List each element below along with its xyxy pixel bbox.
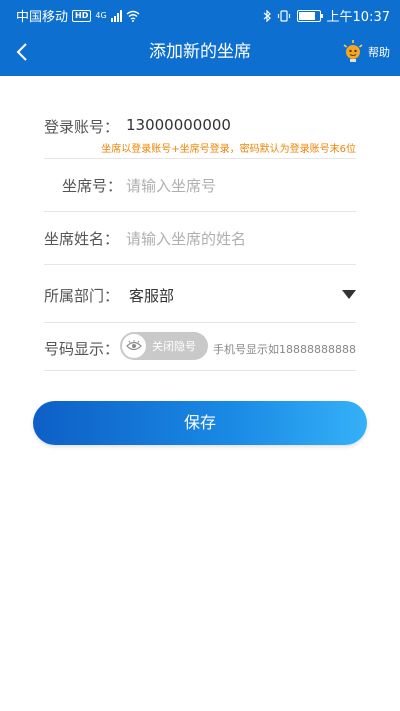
seat-form: 登录账号： 13000000000 坐席以登录账号+坐席号登录，密码默认为登录账… [44, 100, 356, 371]
back-button[interactable] [8, 38, 36, 66]
wifi-icon [126, 10, 140, 22]
account-hint: 坐席以登录账号+坐席号登录，密码默认为登录账号末6位 [101, 144, 356, 155]
page-title: 添加新的坐席 [149, 42, 251, 62]
bluetooth-icon [263, 9, 271, 22]
hd-badge: HD [72, 9, 92, 22]
help-button[interactable]: 帮助 [342, 40, 390, 64]
seat-name-input[interactable]: 请输入坐席的姓名 [126, 228, 246, 249]
account-label: 登录账号： [44, 118, 120, 136]
account-row: 登录账号： 13000000000 坐席以登录账号+坐席号登录，密码默认为登录账… [44, 100, 356, 159]
status-left: 中国移动 HD 4G [16, 6, 140, 25]
help-label: 帮助 [368, 46, 390, 59]
nav-bar: 添加新的坐席 帮助 [0, 28, 400, 76]
signal-icon [110, 9, 122, 22]
seat-name-row[interactable]: 坐席姓名： 请输入坐席的姓名 [44, 212, 356, 265]
department-row[interactable]: 所属部门： 客服部 [44, 265, 356, 323]
seat-name-label: 坐席姓名： [44, 230, 120, 248]
network-type: 4G [95, 11, 107, 20]
chevron-left-icon [16, 43, 27, 61]
dropdown-caret-icon[interactable] [342, 290, 356, 299]
clock: 上午10:37 [326, 10, 390, 25]
seat-number-row[interactable]: 坐席号： 请输入坐席号 [44, 159, 356, 212]
department-label: 所属部门： [44, 287, 120, 305]
status-right: 上午10:37 [263, 6, 390, 25]
lightbulb-mascot-icon [343, 40, 363, 62]
save-button[interactable]: 保存 [33, 401, 367, 445]
seat-number-label: 坐席号： [62, 177, 123, 195]
carrier-label: 中国移动 [16, 10, 69, 25]
seat-number-input[interactable]: 请输入坐席号 [126, 175, 216, 196]
department-select[interactable]: 客服部 [129, 285, 174, 306]
phone-display-hint: 手机号显示如18888888888 [213, 343, 356, 356]
eye-icon [122, 334, 146, 358]
vibrate-icon [277, 9, 290, 22]
number-display-row: 号码显示： 关闭隐号 手机号显示如18888888888 [44, 323, 356, 371]
status-bar: 中国移动 HD 4G 上午10:37 [0, 0, 400, 28]
toggle-label: 关闭隐号 [152, 340, 196, 353]
hide-number-toggle[interactable]: 关闭隐号 [120, 332, 208, 360]
number-display-label: 号码显示： [44, 340, 120, 358]
battery-icon [296, 9, 323, 22]
account-value: 13000000000 [126, 116, 231, 134]
